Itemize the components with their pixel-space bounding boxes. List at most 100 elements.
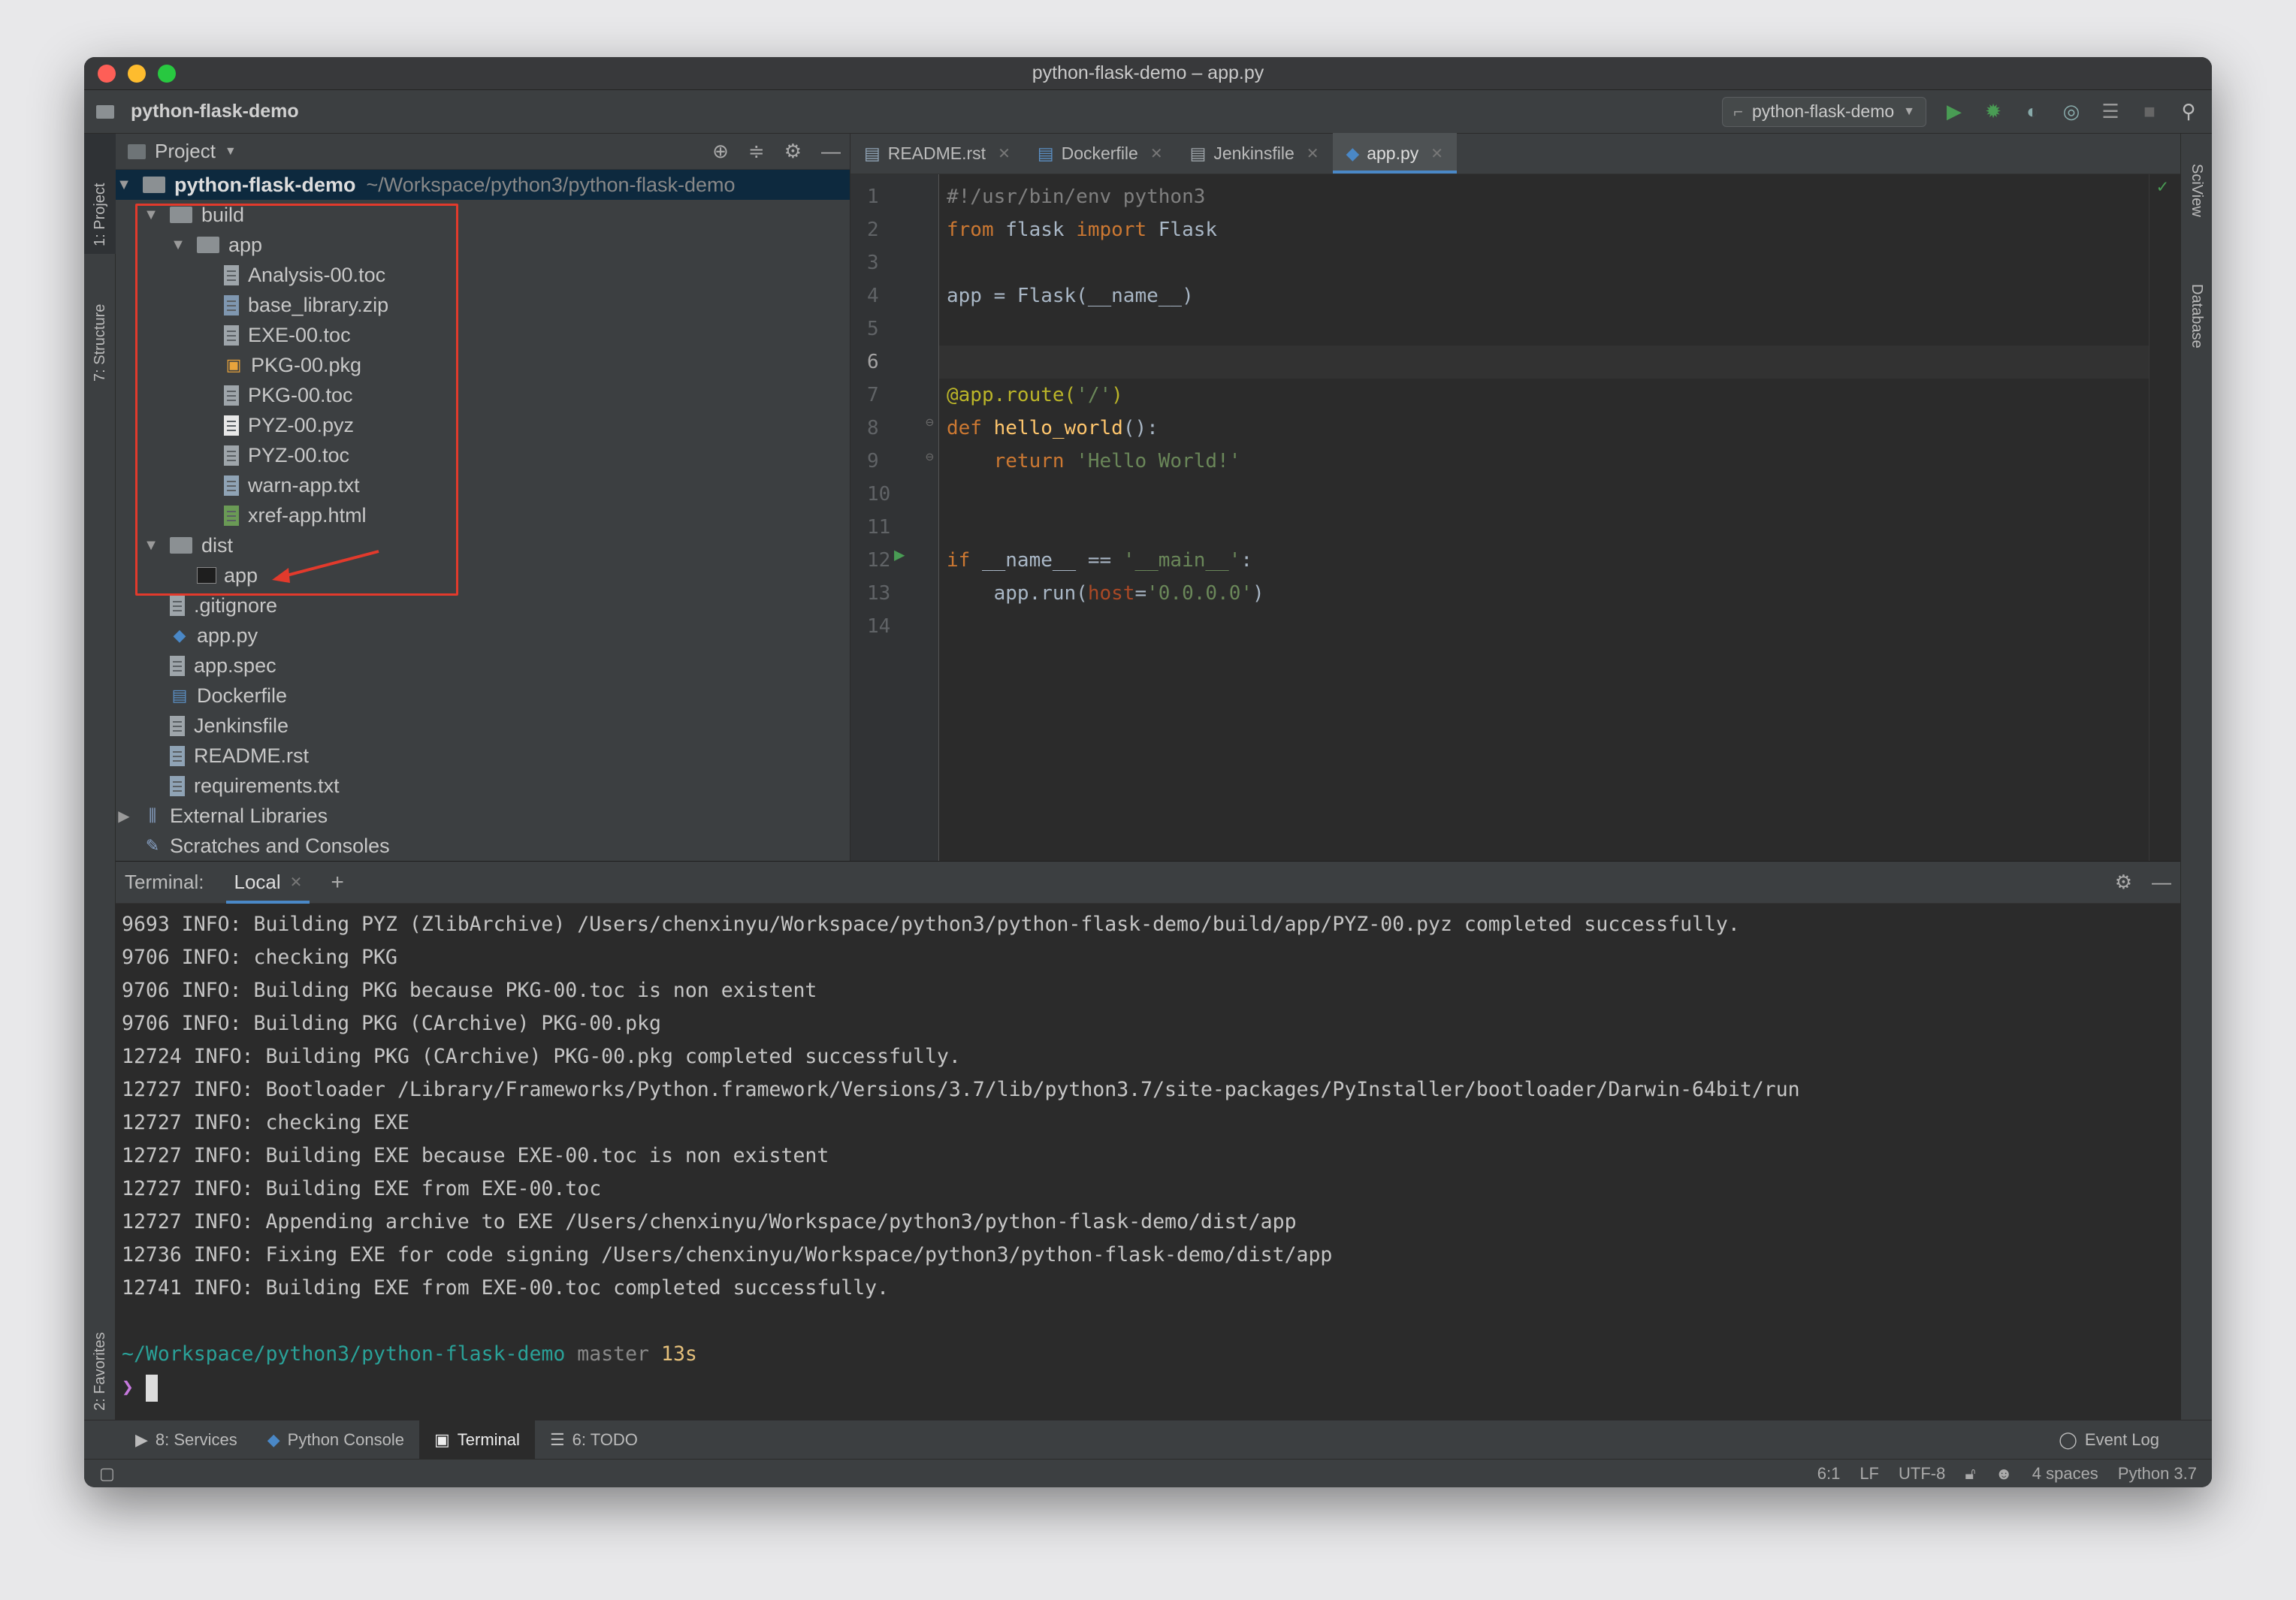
- python-interpreter[interactable]: Python 3.7: [2118, 1464, 2197, 1484]
- stop-icon[interactable]: ■: [2138, 100, 2161, 123]
- tree-file[interactable]: README.rst: [116, 741, 850, 771]
- python-file-icon: ◆: [1346, 143, 1360, 163]
- sciview-tool-button[interactable]: SciView: [2188, 164, 2205, 217]
- toggle-tool-windows-icon[interactable]: ▢: [99, 1464, 115, 1484]
- check-icon[interactable]: ✓: [2157, 176, 2168, 197]
- window-title: python-flask-demo – app.py: [1032, 62, 1264, 83]
- terminal-line: 12727 INFO: Building EXE because EXE-00.…: [122, 1144, 829, 1167]
- file-encoding[interactable]: UTF-8: [1899, 1464, 1945, 1484]
- fold-icon[interactable]: ⊖: [926, 415, 934, 430]
- close-icon[interactable]: ✕: [1150, 144, 1163, 163]
- close-icon[interactable]: ✕: [290, 873, 303, 892]
- tree-file[interactable]: Analysis-00.toc: [116, 260, 850, 290]
- caret-position[interactable]: 6:1: [1817, 1464, 1841, 1484]
- run-configuration-select[interactable]: ⌐ python-flask-demo ▼: [1722, 96, 1926, 127]
- tree-file[interactable]: .gitignore: [116, 590, 850, 620]
- gear-icon[interactable]: ⚙: [2115, 871, 2132, 894]
- project-tool-button[interactable]: 1: Project: [92, 183, 109, 246]
- run-icon[interactable]: ▶: [1943, 100, 1965, 123]
- scratches-icon: ✎: [145, 836, 160, 855]
- prompt-duration: 13s: [660, 1342, 697, 1366]
- tab-readme[interactable]: ▤ README.rst ✕: [850, 133, 1024, 174]
- left-tool-strip: 1: Project 7: Structure 2: Favorites: [84, 134, 116, 1420]
- code-line: @app.route('/'): [947, 384, 1123, 406]
- tree-folder-build-app[interactable]: ▼ app: [116, 230, 850, 260]
- todo-tool-button[interactable]: ☰ 6: TODO: [535, 1420, 653, 1460]
- search-icon[interactable]: ⚲: [2177, 100, 2200, 123]
- project-view-title[interactable]: Project: [155, 140, 216, 163]
- tree-file[interactable]: requirements.txt: [116, 771, 850, 801]
- close-icon[interactable]: ✕: [1430, 144, 1443, 163]
- tree-file[interactable]: ▣ PKG-00.pkg: [116, 350, 850, 380]
- lock-icon[interactable]: 🔓︎: [1965, 1464, 1975, 1484]
- tree-file[interactable]: base_library.zip: [116, 290, 850, 320]
- python-console-tool-button[interactable]: ◆ Python Console: [252, 1420, 419, 1460]
- line-separator[interactable]: LF: [1859, 1464, 1879, 1484]
- tree-file[interactable]: app.spec: [116, 651, 850, 681]
- profile-icon[interactable]: ◎: [2060, 100, 2083, 123]
- tree-file[interactable]: EXE-00.toc: [116, 320, 850, 350]
- debug-icon[interactable]: ✹: [1982, 100, 2004, 123]
- fold-end-icon[interactable]: ⊖: [926, 449, 934, 465]
- tree-file-dist-app[interactable]: app: [116, 560, 850, 590]
- tree-file[interactable]: ◆ app.py: [116, 620, 850, 651]
- terminal-line: 12736 INFO: Fixing EXE for code signing …: [122, 1243, 1333, 1266]
- file-label: app.spec: [194, 654, 276, 677]
- tree-file[interactable]: PYZ-00.pyz: [116, 410, 850, 440]
- structure-tool-button[interactable]: 7: Structure: [92, 304, 109, 382]
- file-icon: [224, 264, 239, 285]
- indent-setting[interactable]: 4 spaces: [2032, 1464, 2098, 1484]
- new-terminal-icon[interactable]: +: [331, 870, 344, 895]
- coverage-icon[interactable]: ◐: [2021, 100, 2044, 123]
- terminal-output[interactable]: 9693 INFO: Building PYZ (ZlibArchive) /U…: [116, 904, 2180, 1420]
- close-window-button[interactable]: [98, 65, 116, 83]
- expand-arrow-icon[interactable]: ▼: [143, 537, 159, 554]
- gear-icon[interactable]: ⚙: [784, 140, 802, 163]
- collapse-all-icon[interactable]: ≑: [748, 140, 765, 163]
- minimize-window-button[interactable]: [128, 65, 146, 83]
- chevron-down-icon[interactable]: ▼: [225, 145, 237, 158]
- expand-arrow-icon[interactable]: ▼: [170, 237, 186, 254]
- run-gutter-icon[interactable]: ▶: [894, 544, 905, 565]
- tree-folder-dist[interactable]: ▼ dist: [116, 530, 850, 560]
- tree-file[interactable]: xref-app.html: [116, 500, 850, 530]
- tree-file[interactable]: Jenkinsfile: [116, 711, 850, 741]
- package-icon: ▣: [225, 355, 242, 374]
- tree-file[interactable]: warn-app.txt: [116, 470, 850, 500]
- close-icon[interactable]: ✕: [1307, 144, 1319, 163]
- breadcrumb[interactable]: python-flask-demo: [96, 101, 299, 122]
- collapse-arrow-icon[interactable]: ▶: [116, 807, 132, 826]
- tab-app-py[interactable]: ◆ app.py ✕: [1332, 133, 1458, 174]
- terminal-tool-button[interactable]: ▣ Terminal: [419, 1420, 535, 1460]
- hide-icon[interactable]: —: [2152, 871, 2171, 894]
- close-icon[interactable]: ✕: [998, 144, 1011, 163]
- tab-dockerfile[interactable]: ▤ Dockerfile ✕: [1024, 133, 1177, 174]
- tree-root[interactable]: ▼ python-flask-demo ~/Workspace/python3/…: [116, 170, 850, 200]
- tree-file[interactable]: ▤ Dockerfile: [116, 681, 850, 711]
- tree-scratches[interactable]: ✎ Scratches and Consoles: [116, 831, 850, 861]
- hide-icon[interactable]: —: [821, 140, 841, 163]
- services-tool-button[interactable]: ▶ 8: Services: [120, 1420, 252, 1460]
- inspector-icon[interactable]: ☻: [1995, 1464, 2013, 1484]
- terminal-tab-local[interactable]: Local ✕: [226, 862, 310, 904]
- code-area[interactable]: 1 2 3 4 5 6 7 8 9 10 11 12 13 14 ▶ ⊖ ⊖ #…: [850, 174, 2180, 861]
- favorites-tool-button[interactable]: 2: Favorites: [92, 1333, 109, 1411]
- terminal-prompt[interactable]: ❯: [122, 1371, 2180, 1404]
- tree-folder-build[interactable]: ▼ build: [116, 200, 850, 230]
- tree-file[interactable]: PKG-00.toc: [116, 380, 850, 410]
- event-log-button[interactable]: ◯ Event Log: [2044, 1420, 2174, 1460]
- code-line: #!/usr/bin/env python3: [947, 186, 1206, 208]
- tab-jenkinsfile[interactable]: ▤ Jenkinsfile ✕: [1177, 133, 1333, 174]
- terminal-line: 12727 INFO: Bootloader /Library/Framewor…: [122, 1078, 1800, 1101]
- locate-icon[interactable]: ⊕: [712, 140, 729, 163]
- ide-window: python-flask-demo – app.py python-flask-…: [84, 57, 2212, 1487]
- tree-file[interactable]: PYZ-00.toc: [116, 440, 850, 470]
- maximize-window-button[interactable]: [158, 65, 176, 83]
- expand-arrow-icon[interactable]: ▼: [143, 207, 159, 224]
- concurrency-icon[interactable]: ☰: [2099, 100, 2122, 123]
- database-tool-button[interactable]: Database: [2188, 284, 2205, 349]
- tool-label: 8: Services: [155, 1429, 237, 1449]
- expand-arrow-icon[interactable]: ▼: [116, 177, 132, 194]
- tree-external-libraries[interactable]: ▶ ⫼ External Libraries: [116, 801, 850, 831]
